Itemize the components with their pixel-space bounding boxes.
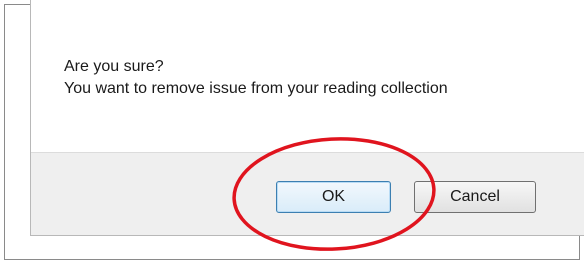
dialog-message-area: Are you sure? You want to remove issue f… [31, 0, 584, 152]
cancel-button[interactable]: Cancel [414, 181, 536, 213]
dialog-button-bar: OK Cancel [31, 152, 584, 235]
confirm-dialog: Are you sure? You want to remove issue f… [30, 0, 584, 236]
page: Are you sure? You want to remove issue f… [0, 0, 584, 264]
ok-button[interactable]: OK [276, 181, 391, 213]
dialog-question: Are you sure? [64, 58, 164, 75]
dialog-message: You want to remove issue from your readi… [64, 80, 448, 97]
